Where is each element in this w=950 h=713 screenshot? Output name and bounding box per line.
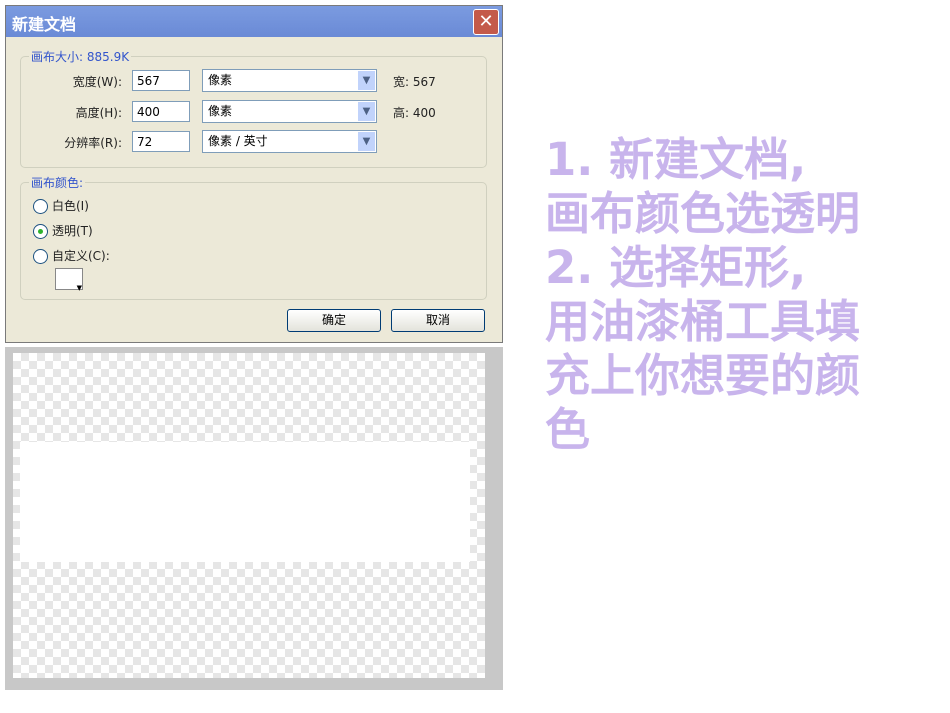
note-line: 色: [545, 403, 860, 457]
height-info: 高: 400: [393, 104, 436, 121]
resolution-input[interactable]: 72: [132, 131, 190, 152]
radio-transparent-label: 透明(T): [52, 224, 93, 238]
radio-circle-selected[interactable]: [33, 224, 48, 239]
new-document-dialog: 新建文档 ✕ 画布大小: 885.9K 宽度(W): 567 像素 ▼ 宽: 56…: [5, 5, 503, 343]
note-line: 用油漆桶工具填: [545, 295, 860, 349]
instruction-notes: 1. 新建文档, 画布颜色选透明 2. 选择矩形, 用油漆桶工具填 充上你想要的…: [545, 133, 860, 457]
radio-custom-label: 自定义(C):: [52, 249, 110, 263]
chevron-down-icon[interactable]: ▼: [358, 71, 375, 90]
close-button[interactable]: ✕: [473, 9, 499, 35]
radio-circle[interactable]: [33, 199, 48, 214]
radio-white-label: 白色(I): [52, 199, 89, 213]
height-input[interactable]: 400: [132, 101, 190, 122]
radio-transparent[interactable]: 透明(T): [33, 222, 93, 239]
height-unit-value: 像素: [208, 104, 232, 118]
width-input[interactable]: 567: [132, 70, 190, 91]
height-label: 高度(H):: [22, 104, 122, 121]
width-unit-value: 像素: [208, 73, 232, 87]
radio-circle[interactable]: [33, 249, 48, 264]
width-unit-select[interactable]: 像素 ▼: [202, 69, 377, 92]
canvas-size-legend: 画布大小: 885.9K: [29, 48, 131, 65]
resolution-unit-value: 像素 / 英寸: [208, 134, 268, 148]
canvas-preview: [5, 347, 503, 690]
custom-color-swatch[interactable]: ▼: [55, 268, 83, 290]
height-unit-select[interactable]: 像素 ▼: [202, 100, 377, 123]
radio-white[interactable]: 白色(I): [33, 197, 89, 214]
width-info: 宽: 567: [393, 73, 436, 90]
width-label: 宽度(W):: [22, 73, 122, 90]
transparent-canvas[interactable]: [13, 353, 485, 678]
dropdown-arrow-icon: ▼: [77, 284, 82, 292]
canvas-color-legend: 画布颜色:: [29, 174, 85, 191]
note-line: 充上你想要的颜: [545, 349, 860, 403]
title-bar: 新建文档 ✕: [6, 6, 502, 37]
cancel-button[interactable]: 取消: [391, 309, 485, 332]
filled-rectangle: [20, 442, 470, 562]
chevron-down-icon[interactable]: ▼: [358, 102, 375, 121]
ok-button[interactable]: 确定: [287, 309, 381, 332]
note-line: 2. 选择矩形,: [545, 241, 860, 295]
resolution-label: 分辨率(R):: [22, 134, 122, 151]
note-line: 1. 新建文档,: [545, 133, 860, 187]
dialog-title: 新建文档: [12, 11, 76, 35]
radio-custom[interactable]: 自定义(C):: [33, 247, 110, 264]
note-line: 画布颜色选透明: [545, 187, 860, 241]
resolution-unit-select[interactable]: 像素 / 英寸 ▼: [202, 130, 377, 153]
chevron-down-icon[interactable]: ▼: [358, 132, 375, 151]
